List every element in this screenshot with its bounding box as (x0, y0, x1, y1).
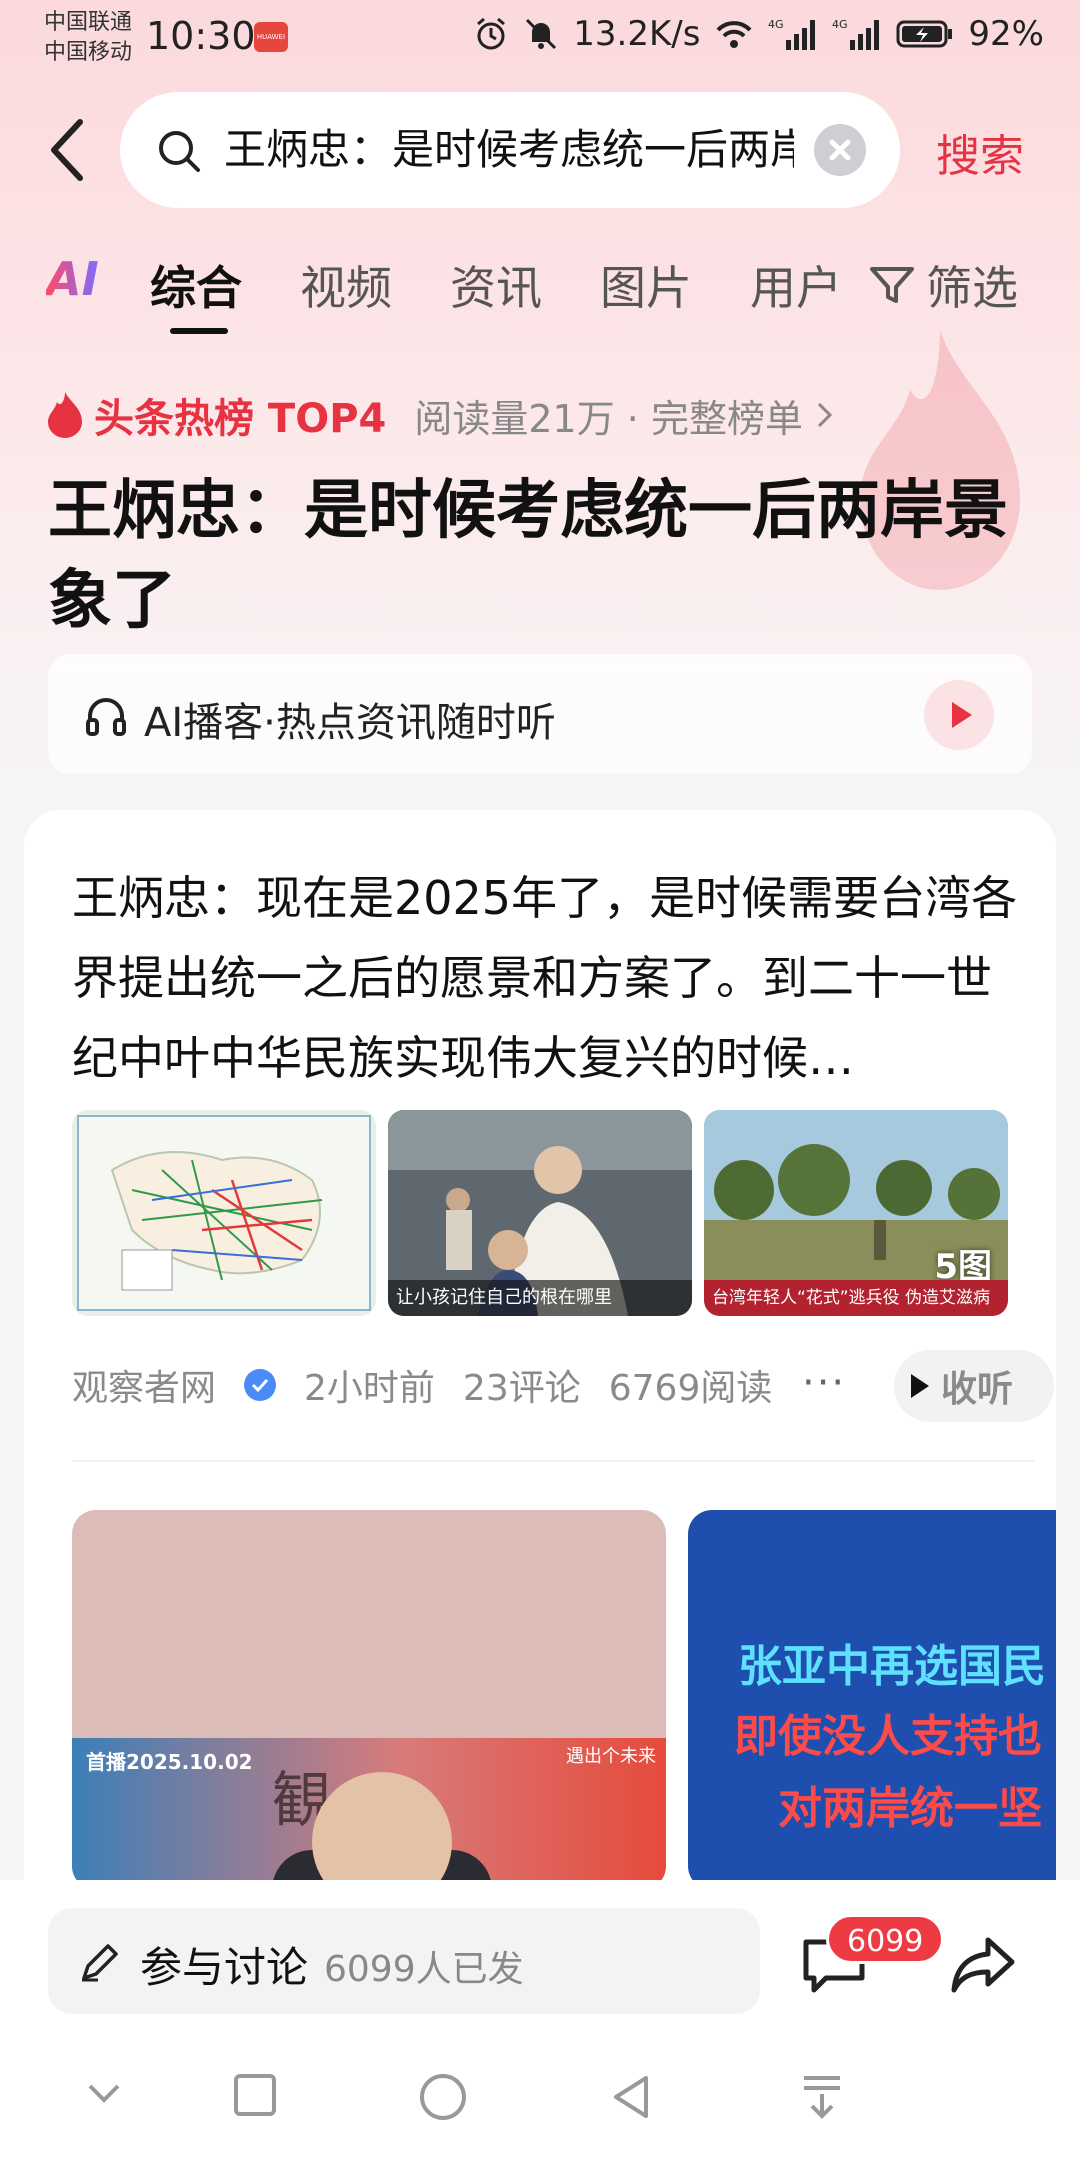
discuss-count: 6099人已发 (324, 1949, 524, 1990)
chevron-right-icon (817, 402, 833, 428)
back-icon[interactable] (40, 112, 100, 188)
read-count: 6769阅读 (608, 1368, 773, 1409)
discuss-input[interactable]: 参与讨论 6099人已发 (48, 1908, 760, 2014)
hot-rank-meta: 阅读量21万 · 完整榜单 (414, 396, 803, 441)
listen-label: 收听 (940, 1369, 1013, 1410)
more-options-button[interactable]: ··· (802, 1360, 846, 1406)
battery-icon (896, 20, 953, 48)
hot-rank-row[interactable]: 头条热榜 TOP4 阅读量21万 · 完整榜单 (46, 386, 837, 444)
discuss-label: 参与讨论 (140, 1943, 309, 1992)
ai-podcast-bar[interactable]: AI播客·热点资讯随时听 (48, 654, 1032, 774)
carrier-1: 中国联通 (44, 10, 133, 35)
signal-4g-icon-2: 4G (832, 18, 880, 50)
carrier-labels: 中国联通 中国移动 (44, 8, 132, 68)
thumbnail-map[interactable] (72, 1110, 376, 1316)
podcast-label: AI播客·热点资讯随时听 (144, 700, 556, 746)
railway-map-image (77, 1115, 371, 1311)
thumbnail-airport[interactable]: 让小孩记住自己的根在哪里 (388, 1110, 692, 1316)
listen-button[interactable]: 收听 (894, 1350, 1054, 1422)
close-icon (829, 139, 851, 161)
search-query[interactable]: 王炳忠：是时候考虑统一后两岸景象了 (224, 122, 794, 178)
status-icons: 13.2K/s 4G 4G 92% (473, 14, 1044, 54)
tab-comprehensive[interactable]: 综合 (150, 252, 242, 318)
thumbnail-caption: 台湾年轻人“花式”逃兵役 伪造艾滋病 (704, 1280, 1008, 1316)
flame-icon (48, 392, 82, 438)
network-speed: 13.2K/s (573, 14, 701, 54)
video-title-line-2: 即使没人支持也 (734, 1711, 1042, 1762)
back-nav-icon[interactable] (608, 2072, 654, 2122)
tab-ai[interactable]: AI (46, 252, 99, 306)
video-premiere-tag: 首播2025.10.02 (86, 1750, 253, 1774)
headphones-icon (86, 698, 126, 736)
article-summary[interactable]: 王炳忠：现在是2025年了，是时候需要台湾各界提出统一之后的愿景和方案了。到二十… (72, 858, 1032, 1098)
thumbnail-field[interactable]: 5图 台湾年轻人“花式”逃兵役 伪造艾滋病 (704, 1110, 1008, 1316)
comment-count: 23评论 (462, 1368, 581, 1409)
battery-percent: 92% (968, 14, 1044, 54)
carrier-2: 中国移动 (44, 40, 133, 65)
filter-button[interactable]: 筛选 (868, 252, 1018, 318)
svg-text:4G: 4G (832, 18, 848, 31)
share-icon[interactable] (950, 1934, 1018, 1996)
article-meta: 观察者网 2小时前 23评论 6769阅读 ··· 收听 (72, 1350, 1054, 1422)
pen-icon (82, 1944, 118, 1982)
hot-rank-title: 头条热榜 TOP4 (94, 396, 387, 442)
video-card-2[interactable]: 张亚中再选国民 即使没人支持也 对两岸统一坚 (688, 1510, 1056, 1890)
home-icon[interactable] (418, 2072, 468, 2122)
thumbnail-caption: 让小孩记住自己的根在哪里 (388, 1280, 692, 1316)
search-button[interactable]: 搜索 (936, 120, 1024, 184)
clear-search-button[interactable] (814, 124, 866, 176)
signal-4g-icon: 4G (768, 18, 816, 50)
tab-video[interactable]: 视频 (300, 252, 392, 318)
filter-label: 筛选 (926, 261, 1018, 315)
video-card-1[interactable]: 首播2025.10.02 観 遇出个未来 (72, 1510, 666, 1890)
bottom-action-bar: 参与讨论 6099人已发 6099 (0, 1880, 1080, 2030)
video-title-line-3: 对两岸统一坚 (778, 1783, 1042, 1834)
status-bar: 中国联通 中国移动 10:30 HUAWEI 13.2K/s 4G 4G 92% (0, 0, 1080, 76)
comment-badge: 6099 (826, 1914, 945, 1964)
search-icon (159, 131, 200, 172)
tab-images[interactable]: 图片 (600, 252, 692, 318)
notification-pull-icon[interactable] (800, 2072, 844, 2122)
video-corner-text: 遇出个未来 (566, 1746, 656, 1767)
post-time: 2小时前 (304, 1368, 435, 1409)
wifi-icon (716, 21, 752, 48)
svg-text:4G: 4G (768, 18, 784, 31)
video-title-line-1: 张亚中再选国民 (738, 1641, 1046, 1692)
source-name[interactable]: 观察者网 (72, 1359, 216, 1411)
huawei-app-icon: HUAWEI (254, 22, 288, 52)
filter-icon (870, 267, 914, 303)
verified-icon (244, 1369, 277, 1401)
podcast-play-button[interactable] (924, 680, 994, 750)
system-nav-bar (0, 2030, 1080, 2160)
play-icon (952, 702, 972, 728)
active-tab-indicator (170, 328, 228, 334)
alarm-icon (477, 17, 506, 50)
divider (72, 1460, 1034, 1462)
tab-news[interactable]: 资讯 (450, 252, 542, 318)
page-title: 王炳忠：是时候考虑统一后两岸景象了 (48, 474, 1008, 638)
tab-users[interactable]: 用户 (750, 252, 842, 318)
recents-icon[interactable] (232, 2072, 278, 2118)
search-input[interactable]: 王炳忠：是时候考虑统一后两岸景象了 (120, 92, 900, 208)
clock: 10:30 (146, 14, 256, 58)
chevron-down-icon[interactable] (82, 2072, 126, 2116)
mute-icon (526, 18, 557, 50)
article-thumbnails[interactable]: 让小孩记住自己的根在哪里 5图 台湾年轻人“花式”逃兵役 伪造艾滋病 (72, 1110, 1034, 1316)
play-icon (910, 1374, 929, 1398)
